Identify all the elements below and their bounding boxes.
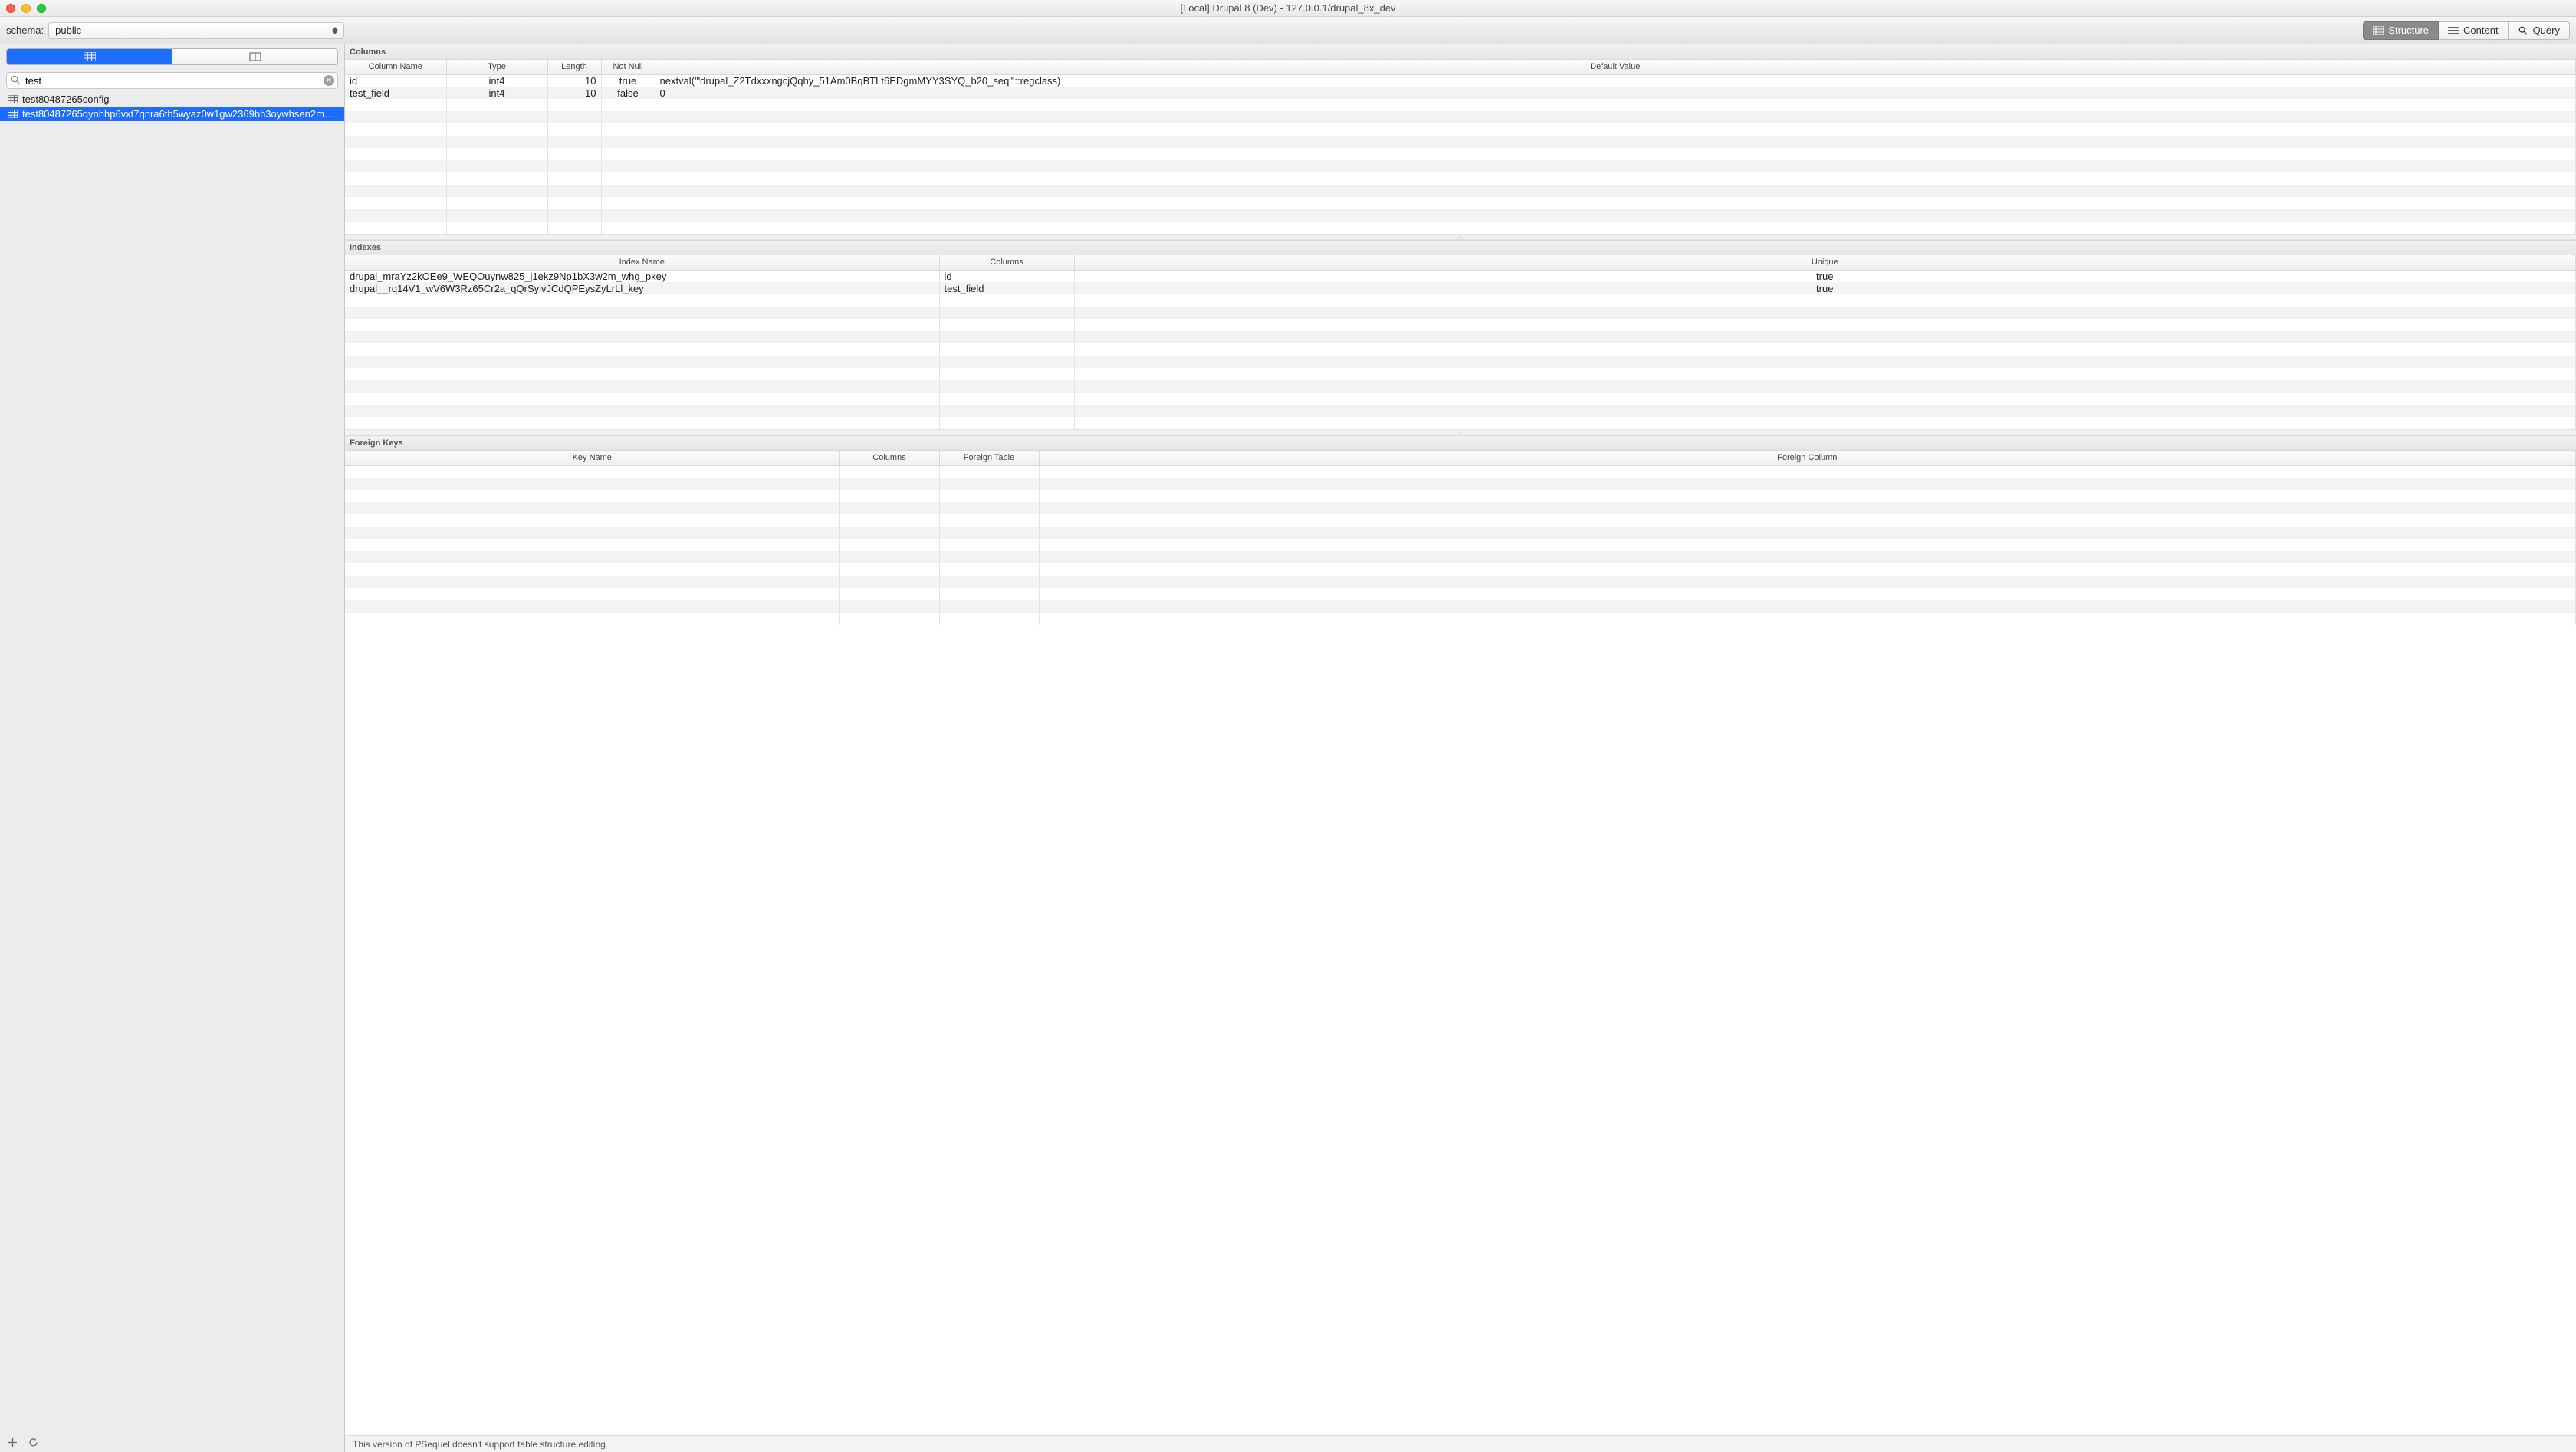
cell-index-columns: id [939, 270, 1074, 282]
cell-column-default: nextval('"drupal_Z2TdxxxngcjQqhy_51Am0Bq… [655, 74, 2576, 87]
table-name: test80487265config [22, 94, 109, 105]
schema-select[interactable]: public [48, 22, 344, 39]
columns-header-length[interactable]: Length [547, 60, 601, 74]
fk-header-foreign-table[interactable]: Foreign Table [939, 451, 1039, 465]
close-window-button[interactable] [6, 4, 15, 13]
columns-header-name[interactable]: Column Name [345, 60, 446, 74]
table-icon [8, 95, 18, 103]
schema-label: schema: [6, 25, 44, 36]
table-row[interactable]: test80487265config [0, 92, 344, 107]
indexes-header-name[interactable]: Index Name [345, 255, 939, 270]
status-text: This version of PSequel doesn't support … [353, 1439, 608, 1450]
cell-column-type: int4 [446, 87, 547, 99]
column-row[interactable]: test_field int4 10 false 0 [345, 87, 2576, 99]
toolbar: schema: public Structure Content Query [0, 17, 2576, 44]
cell-column-not-null: false [601, 87, 655, 99]
fk-header-name[interactable]: Key Name [345, 451, 840, 465]
grid-icon [84, 52, 96, 61]
main-panel: Columns Column Name Type Length Not Null… [345, 44, 2576, 1452]
cell-column-length: 10 [547, 87, 601, 99]
cell-index-unique: true [1074, 270, 2576, 282]
sidebar: ✕ test80487265config test80487265qynhhp6… [0, 44, 345, 1452]
sidebar-bookmarks-tab[interactable] [172, 49, 337, 64]
refresh-button[interactable] [28, 1437, 38, 1450]
cell-column-default: 0 [655, 87, 2576, 99]
structure-icon [2373, 26, 2384, 35]
cell-column-not-null: true [601, 74, 655, 87]
cell-column-length: 10 [547, 74, 601, 87]
cell-index-name: drupal__rq14V1_wV6W3Rz65Cr2a_qQrSylvJCdQ… [345, 282, 939, 294]
cell-column-type: int4 [446, 74, 547, 87]
index-row[interactable]: drupal_mraYz2kOEe9_WEQOuynw825_j1ekz9Np1… [345, 270, 2576, 282]
content-icon [2448, 26, 2459, 35]
foreign-keys-section-header: Foreign Keys [345, 435, 2576, 451]
fk-header-foreign-column[interactable]: Foreign Column [1039, 451, 2576, 465]
tab-query[interactable]: Query [2509, 21, 2570, 40]
indexes-section-header: Indexes [345, 240, 2576, 255]
add-button[interactable] [8, 1437, 18, 1450]
table-icon [8, 110, 18, 118]
tab-content-label: Content [2463, 25, 2499, 36]
bookmark-icon [249, 52, 261, 61]
status-bar: This version of PSequel doesn't support … [345, 1435, 2576, 1452]
select-arrows-icon [332, 25, 340, 37]
view-mode-tabs: Structure Content Query [2363, 21, 2570, 40]
indexes-grid[interactable]: Index Name Columns Unique drupal_mraYz2k… [345, 255, 2576, 429]
indexes-header-unique[interactable]: Unique [1074, 255, 2576, 270]
table-row[interactable]: test80487265qynhhp6vxt7qnra6th5wyaz0w1gw… [0, 107, 344, 121]
tab-structure[interactable]: Structure [2363, 21, 2439, 40]
columns-header-default[interactable]: Default Value [655, 60, 2576, 74]
cell-index-name: drupal_mraYz2kOEe9_WEQOuynw825_j1ekz9Np1… [345, 270, 939, 282]
query-icon [2518, 26, 2528, 35]
columns-resize-grip[interactable]: ○ [345, 234, 2576, 240]
zoom-window-button[interactable] [37, 4, 46, 13]
columns-header-type[interactable]: Type [446, 60, 547, 74]
search-icon [11, 75, 21, 87]
tables-list[interactable]: test80487265config test80487265qynhhp6vx… [0, 92, 344, 1434]
table-name: test80487265qynhhp6vxt7qnra6th5wyaz0w1gw… [22, 108, 337, 120]
cell-column-name: test_field [345, 87, 446, 99]
sidebar-footer [0, 1434, 344, 1452]
indexes-header-columns[interactable]: Columns [939, 255, 1074, 270]
clear-search-button[interactable]: ✕ [324, 75, 334, 86]
sidebar-tables-tab[interactable] [7, 49, 172, 64]
cell-column-name: id [345, 74, 446, 87]
cell-index-unique: true [1074, 282, 2576, 294]
sidebar-view-toggle [6, 48, 338, 65]
search-input[interactable] [6, 72, 338, 89]
columns-section-header: Columns [345, 44, 2576, 60]
minimize-window-button[interactable] [21, 4, 31, 13]
tab-content[interactable]: Content [2439, 21, 2509, 40]
window-titlebar: [Local] Drupal 8 (Dev) - 127.0.0.1/drupa… [0, 0, 2576, 17]
columns-header-not-null[interactable]: Not Null [601, 60, 655, 74]
tab-structure-label: Structure [2388, 25, 2429, 36]
window-title: [Local] Drupal 8 (Dev) - 127.0.0.1/drupa… [1180, 2, 1395, 14]
tab-query-label: Query [2533, 25, 2560, 36]
column-row[interactable]: id int4 10 true nextval('"drupal_Z2Tdxxx… [345, 74, 2576, 87]
indexes-resize-grip[interactable]: ○ [345, 429, 2576, 435]
cell-index-columns: test_field [939, 282, 1074, 294]
index-row[interactable]: drupal__rq14V1_wV6W3Rz65Cr2a_qQrSylvJCdQ… [345, 282, 2576, 294]
foreign-keys-grid[interactable]: Key Name Columns Foreign Table Foreign C… [345, 451, 2576, 625]
schema-selected-value: public [55, 25, 81, 36]
columns-grid[interactable]: Column Name Type Length Not Null Default… [345, 60, 2576, 234]
fk-header-columns[interactable]: Columns [840, 451, 939, 465]
